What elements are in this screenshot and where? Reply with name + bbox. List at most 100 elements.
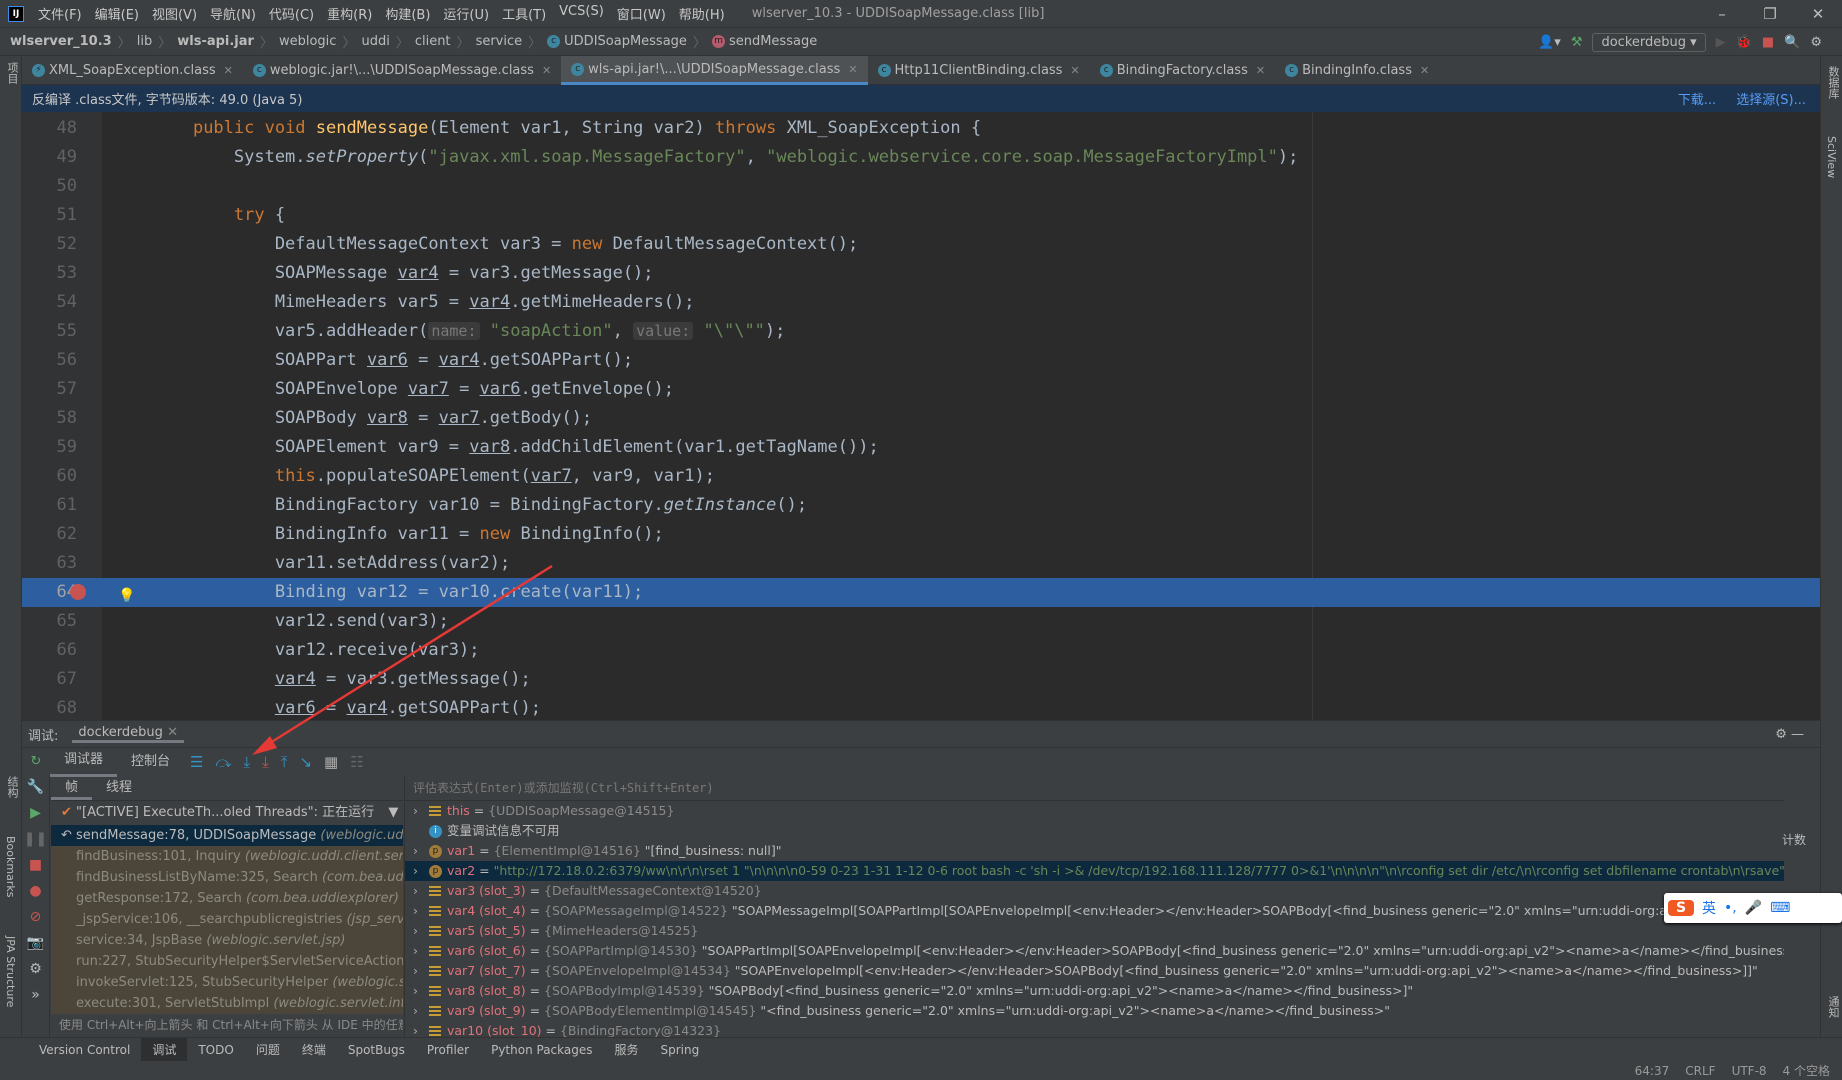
run-to-cursor-icon[interactable]: ↘	[299, 753, 312, 771]
camera-icon[interactable]: 📷	[27, 935, 44, 951]
stack-frame[interactable]: _jspService:106, __searchpublicregistrie…	[51, 909, 403, 930]
menu-item[interactable]: 编辑(E)	[95, 4, 139, 23]
menu-item[interactable]: 代码(C)	[269, 4, 314, 23]
expand-chevron-icon[interactable]: ›	[413, 881, 429, 901]
tool-jpa-structure[interactable]: JPA Structure	[4, 936, 17, 1007]
editor-tab[interactable]: c Http11ClientBinding.class ✕	[868, 56, 1090, 85]
editor-tab[interactable]: c BindingInfo.class ✕	[1275, 56, 1439, 85]
tool-window-button[interactable]: Version Control	[28, 1038, 141, 1062]
code-line[interactable]: 57 SOAPEnvelope var7 = var6.getEnvelope(…	[22, 375, 1820, 404]
menu-item[interactable]: 重构(R)	[327, 4, 372, 23]
evaluate-icon[interactable]: ▦	[324, 753, 338, 771]
code-line[interactable]: 48 public void sendMessage(Element var1,…	[22, 114, 1820, 143]
run-icon[interactable]: ▶	[1716, 35, 1726, 50]
variable-row[interactable]: › var3 (slot_3) = {DefaultMessageContext@…	[405, 881, 1784, 901]
choose-source-link[interactable]: 选择源(S)...	[1736, 89, 1806, 108]
code-line[interactable]: 61 BindingFactory var10 = BindingFactory…	[22, 491, 1820, 520]
breadcrumb-item[interactable]: wls-api.jar	[177, 34, 254, 49]
tool-window-button[interactable]: Python Packages	[480, 1038, 603, 1062]
breadcrumb-item[interactable]: service	[476, 34, 523, 49]
expand-chevron-icon[interactable]: ›	[413, 941, 429, 961]
download-link[interactable]: 下载...	[1678, 89, 1716, 108]
stop-icon[interactable]: ■	[29, 857, 42, 873]
close-tab-icon[interactable]: ✕	[1420, 64, 1429, 77]
line-separator[interactable]: CRLF	[1685, 1064, 1715, 1078]
maximize-button[interactable]: ❐	[1746, 0, 1794, 28]
variable-row[interactable]: › var8 (slot_8) = {SOAPBodyImpl@14539} "S…	[405, 981, 1784, 1001]
build-hammer-icon[interactable]: ⚒	[1571, 35, 1583, 50]
run-config-select[interactable]: dockerdebug ▾	[1592, 32, 1706, 52]
tool-project[interactable]: 项目	[4, 62, 20, 84]
code-line[interactable]: 56 SOAPPart var6 = var4.getSOAPPart();	[22, 346, 1820, 375]
code-line[interactable]: 65 var12.send(var3);	[22, 607, 1820, 636]
breadcrumb-item[interactable]: weblogic	[279, 34, 336, 49]
breadcrumb-item[interactable]: wlserver_10.3	[10, 34, 112, 49]
expand-chevron-icon[interactable]: ›	[413, 861, 429, 881]
file-encoding[interactable]: UTF-8	[1732, 1064, 1767, 1078]
evaluate-expression-input[interactable]: 评估表达式(Enter)或添加监视(Ctrl+Shift+Enter)	[405, 775, 1784, 801]
menu-item[interactable]: 构建(B)	[385, 4, 430, 23]
step-over-icon[interactable]: ⤼	[215, 753, 231, 771]
tool-sciview[interactable]: SciView	[1825, 136, 1838, 178]
code-line[interactable]: 67 var4 = var3.getMessage();	[22, 665, 1820, 694]
stack-frame[interactable]: ↶ sendMessage:78, UDDISoapMessage (weblo…	[51, 825, 403, 846]
code-line[interactable]: 51 try {	[22, 201, 1820, 230]
variable-row[interactable]: › p var1 = {ElementImpl@14516} "[find_busi…	[405, 841, 1784, 861]
debug-session-tab[interactable]: dockerdebug ✕	[72, 725, 184, 743]
rerun-icon[interactable]: ↻	[22, 754, 50, 769]
menu-item[interactable]: 帮助(H)	[679, 4, 725, 23]
more-icon[interactable]: »	[31, 987, 40, 1003]
tool-window-button[interactable]: Profiler	[416, 1038, 480, 1062]
ime-language[interactable]: 英	[1702, 898, 1716, 918]
search-icon[interactable]: 🔍	[1784, 35, 1800, 50]
expand-chevron-icon[interactable]: ›	[413, 1021, 429, 1038]
tool-window-button[interactable]: 问题	[245, 1038, 291, 1062]
stack-frame[interactable]: findBusinessListByName:325, Search (com.…	[51, 867, 403, 888]
tab-threads[interactable]: 线程	[92, 775, 146, 800]
view-breakpoints-icon[interactable]: ●	[29, 883, 41, 899]
code-line[interactable]: 63 var11.setAddress(var2);	[22, 549, 1820, 578]
stack-frame[interactable]: findBusiness:101, Inquiry (weblogic.uddi…	[51, 846, 403, 867]
close-tab-icon[interactable]: ✕	[224, 64, 233, 77]
variable-row[interactable]: › var4 (slot_4) = {SOAPMessageImpl@14522}…	[405, 901, 1784, 921]
expand-chevron-icon[interactable]: ›	[413, 981, 429, 1001]
menu-item[interactable]: 文件(F)	[38, 4, 82, 23]
thread-selector[interactable]: ✔ "[ACTIVE] ExecuteTh...oled Threads": 正…	[51, 801, 403, 825]
minimize-button[interactable]: –	[1698, 0, 1746, 28]
tool-window-button[interactable]: 调试	[141, 1037, 188, 1062]
step-out-icon[interactable]: ⤒	[281, 753, 288, 771]
wrench-icon[interactable]: 🔧	[27, 779, 44, 795]
breakpoint-icon[interactable]	[70, 584, 86, 600]
editor-tab[interactable]: ⚡ XML_SoapException.class ✕	[22, 56, 243, 85]
stack-frame[interactable]: getResponse:172, Search (com.bea.uddiexp…	[51, 888, 403, 909]
tool-window-button[interactable]: 终端	[291, 1038, 337, 1062]
trace-icon[interactable]: ☷	[350, 753, 363, 771]
variable-row[interactable]: i 变量调试信息不可用	[405, 821, 1784, 841]
stack-frame[interactable]: service:34, JspBase (weblogic.servlet.js…	[51, 930, 403, 951]
code-line[interactable]: 64 Binding var12 = var10.create(var11); 💡	[22, 578, 1820, 607]
variable-row[interactable]: › var10 (slot_10) = {BindingFactory@14323…	[405, 1021, 1784, 1038]
code-line[interactable]: 55 var5.addHeader(name: "soapAction", va…	[22, 317, 1820, 346]
tool-bookmarks[interactable]: Bookmarks	[4, 836, 17, 897]
pause-icon[interactable]: ❚❚	[24, 831, 47, 847]
tool-window-button[interactable]: SpotBugs	[337, 1038, 416, 1062]
menu-item[interactable]: 导航(N)	[210, 4, 256, 23]
code-line[interactable]: 49 System.setProperty("javax.xml.soap.Me…	[22, 143, 1820, 172]
tab-frames[interactable]: 帧	[51, 775, 93, 800]
user-icon[interactable]: 👤▾	[1538, 35, 1561, 50]
code-editor[interactable]: 48 public void sendMessage(Element var1,…	[22, 112, 1820, 720]
resume-icon[interactable]: ▶	[30, 805, 41, 821]
variable-row[interactable]: › var9 (slot_9) = {SOAPBodyElementImpl@14…	[405, 1001, 1784, 1021]
expand-chevron-icon[interactable]: ›	[413, 1001, 429, 1021]
filter-icon[interactable]: ▼	[388, 805, 398, 820]
code-line[interactable]: 53 SOAPMessage var4 = var3.getMessage();	[22, 259, 1820, 288]
caret-position[interactable]: 64:37	[1635, 1064, 1670, 1078]
variable-row[interactable]: › var7 (slot_7) = {SOAPEnvelopeImpl@14534…	[405, 961, 1784, 981]
code-line[interactable]: 66 var12.receive(var3);	[22, 636, 1820, 665]
expand-chevron-icon[interactable]: ›	[413, 921, 429, 941]
code-line[interactable]: 58 SOAPBody var8 = var7.getBody();	[22, 404, 1820, 433]
ime-toolbar[interactable]: S 英 •, 🎤 ⌨	[1664, 893, 1842, 923]
keyboard-icon[interactable]: ⌨	[1770, 900, 1790, 916]
expand-chevron-icon[interactable]: ›	[413, 961, 429, 981]
gear-icon[interactable]: ⚙	[1810, 35, 1822, 50]
